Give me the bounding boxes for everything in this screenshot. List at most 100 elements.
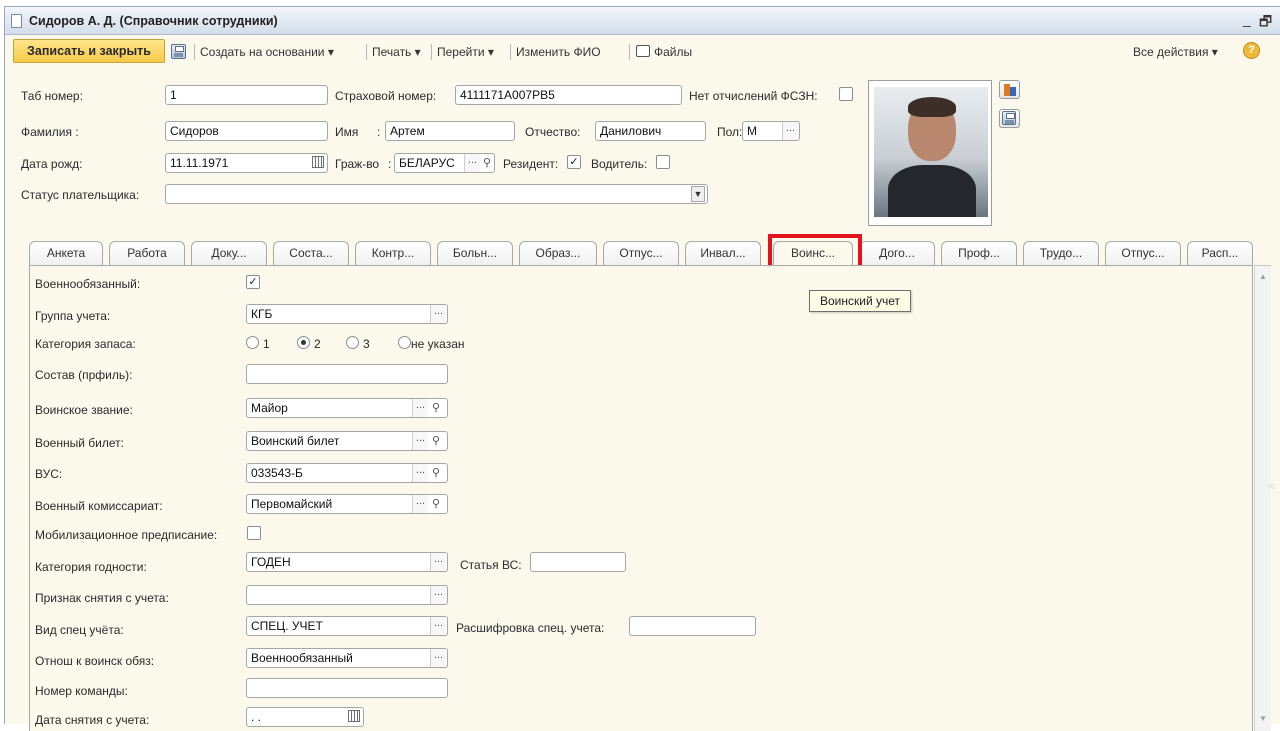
citizenship-field[interactable]: БЕЛАРУС ... ⚲ (394, 153, 495, 173)
commissariat-field[interactable]: Первомайский ... ⚲ (246, 494, 448, 514)
change-fio-button[interactable]: Изменить ФИО (516, 45, 601, 59)
special-field[interactable]: СПЕЦ. УЧЕТ ... (246, 616, 448, 636)
vus-field[interactable]: 033543-Б ... ⚲ (246, 463, 448, 483)
save-icon[interactable] (171, 44, 186, 59)
chevron-down-icon[interactable]: ▼ (691, 186, 705, 202)
search-icon[interactable]: ⚲ (430, 495, 442, 513)
article-field[interactable] (530, 552, 626, 572)
tab-rabota[interactable]: Работа (109, 241, 185, 265)
reserve-radio-3[interactable] (346, 336, 359, 349)
tab-education[interactable]: Образ... (519, 241, 597, 265)
special-decode-field[interactable] (629, 616, 756, 636)
calendar-icon[interactable] (312, 156, 324, 168)
ticket-label: Военный билет: (35, 436, 124, 450)
removal-sign-select-button[interactable]: ... (430, 586, 446, 604)
toolbar-separator (366, 44, 367, 60)
files-button[interactable]: Файлы (654, 45, 692, 59)
reserve-option-1: 1 (263, 337, 270, 351)
ticket-select-button[interactable]: ... (412, 432, 428, 450)
commissariat-select-button[interactable]: ... (412, 495, 428, 513)
tab-contracts[interactable]: Контр... (355, 241, 431, 265)
tab-anketa[interactable]: Анкета (29, 241, 103, 265)
group-select-button[interactable]: ... (430, 305, 446, 323)
composition-field[interactable] (246, 364, 448, 384)
minimize-button[interactable]: _ (1243, 11, 1251, 27)
special-select-button[interactable]: ... (430, 617, 446, 635)
tab-composition[interactable]: Соста... (273, 241, 349, 265)
restore-button[interactable]: 🗗 (1259, 11, 1272, 35)
employee-window: Сидоров А. Д. (Справочник сотрудники) _ … (4, 6, 1280, 731)
reserve-label: Категория запаса: (35, 337, 136, 351)
driver-label: Водитель: (591, 157, 648, 171)
calendar-icon[interactable] (348, 710, 360, 722)
reserve-radio-none[interactable] (398, 336, 411, 349)
fitness-field[interactable]: ГОДЕН ... (246, 552, 448, 572)
composition-label: Состав (прфиль): (35, 368, 133, 382)
removal-date-label: Дата снятия с учета: (35, 713, 150, 727)
vus-select-button[interactable]: ... (412, 464, 428, 482)
load-photo-button[interactable] (999, 80, 1020, 99)
tab-number-field[interactable]: 1 (165, 85, 328, 105)
removal-date-field[interactable]: . . (246, 707, 364, 727)
tab-vacations[interactable]: Отпус... (603, 241, 679, 265)
driver-checkbox[interactable] (656, 155, 670, 169)
attitude-label: Отнош к воинск обяз: (35, 654, 155, 668)
tab-profession[interactable]: Проф... (941, 241, 1017, 265)
ticket-field[interactable]: Воинский билет ... ⚲ (246, 431, 448, 451)
team-number-field[interactable] (246, 678, 448, 698)
print-menu[interactable]: Печать ▾ (372, 45, 421, 59)
search-icon[interactable]: ⚲ (430, 464, 442, 482)
group-label: Группа учета: (35, 309, 111, 323)
tab-labor[interactable]: Трудо... (1023, 241, 1099, 265)
rank-select-button[interactable]: ... (412, 399, 428, 417)
patronymic-field[interactable]: Данилович (595, 121, 706, 141)
files-icon[interactable] (636, 45, 650, 57)
liable-checkbox[interactable]: ✓ (246, 275, 260, 289)
toolbar: Записать и закрыть Создать на основании … (5, 36, 1280, 66)
reserve-radio-2[interactable] (297, 336, 310, 349)
tab-sick-leave[interactable]: Больн... (437, 241, 513, 265)
tab-documents[interactable]: Доку... (191, 241, 267, 265)
help-icon[interactable]: ? (1243, 42, 1260, 59)
no-fszn-checkbox[interactable] (839, 87, 853, 101)
scroll-up-icon[interactable]: ▲ (1259, 272, 1267, 281)
tab-vacations-2[interactable]: Отпус... (1105, 241, 1181, 265)
citizenship-select-button[interactable]: ... (464, 154, 480, 172)
vertical-scrollbar[interactable]: ▲ ◁ ▼ (1254, 265, 1273, 731)
attitude-field[interactable]: Военнообязанный ... (246, 648, 448, 668)
fitness-label: Категория годности: (35, 560, 147, 574)
fitness-select-button[interactable]: ... (430, 553, 446, 571)
name-field[interactable]: Артем (385, 121, 515, 141)
search-icon[interactable]: ⚲ (481, 154, 493, 172)
tab-disability[interactable]: Инвал... (685, 241, 761, 265)
citizenship-label-colon: : (388, 157, 392, 171)
special-decode-label: Расшифровка спец. учета: (456, 621, 605, 635)
reserve-radio-1[interactable] (246, 336, 259, 349)
group-field[interactable]: КГБ ... (246, 304, 448, 324)
search-icon[interactable]: ⚲ (430, 399, 442, 417)
rank-field[interactable]: Майор ... ⚲ (246, 398, 448, 418)
mobilization-checkbox[interactable] (247, 526, 261, 540)
attitude-value: Военнообязанный (251, 651, 353, 665)
payer-status-select[interactable] (165, 184, 708, 204)
tab-agreements[interactable]: Дого... (859, 241, 935, 265)
ticket-value: Воинский билет (251, 434, 340, 448)
tab-schedule[interactable]: Расп... (1187, 241, 1253, 265)
resident-checkbox[interactable]: ✓ (567, 155, 581, 169)
save-and-close-button[interactable]: Записать и закрыть (13, 39, 165, 63)
all-actions-menu[interactable]: Все действия ▾ (1133, 45, 1218, 59)
scroll-down-icon[interactable]: ▼ (1259, 714, 1267, 723)
surname-field[interactable]: Сидоров (165, 121, 328, 141)
removal-sign-field[interactable]: ... (246, 585, 448, 605)
search-icon[interactable]: ⚲ (430, 432, 442, 450)
goto-menu[interactable]: Перейти ▾ (437, 45, 494, 59)
attitude-select-button[interactable]: ... (430, 649, 446, 667)
sex-select-button[interactable]: ... (782, 122, 798, 140)
insurance-number-field[interactable]: 4111171A007PB5 (455, 85, 682, 105)
save-photo-button[interactable] (999, 109, 1020, 128)
sex-field[interactable]: М ... (742, 121, 800, 141)
window-title: Сидоров А. Д. (Справочник сотрудники) (29, 14, 278, 28)
birth-date-field[interactable]: 11.11.1971 (165, 153, 328, 173)
create-based-menu[interactable]: Создать на основании ▾ (200, 45, 334, 59)
reserve-option-2: 2 (314, 337, 321, 351)
